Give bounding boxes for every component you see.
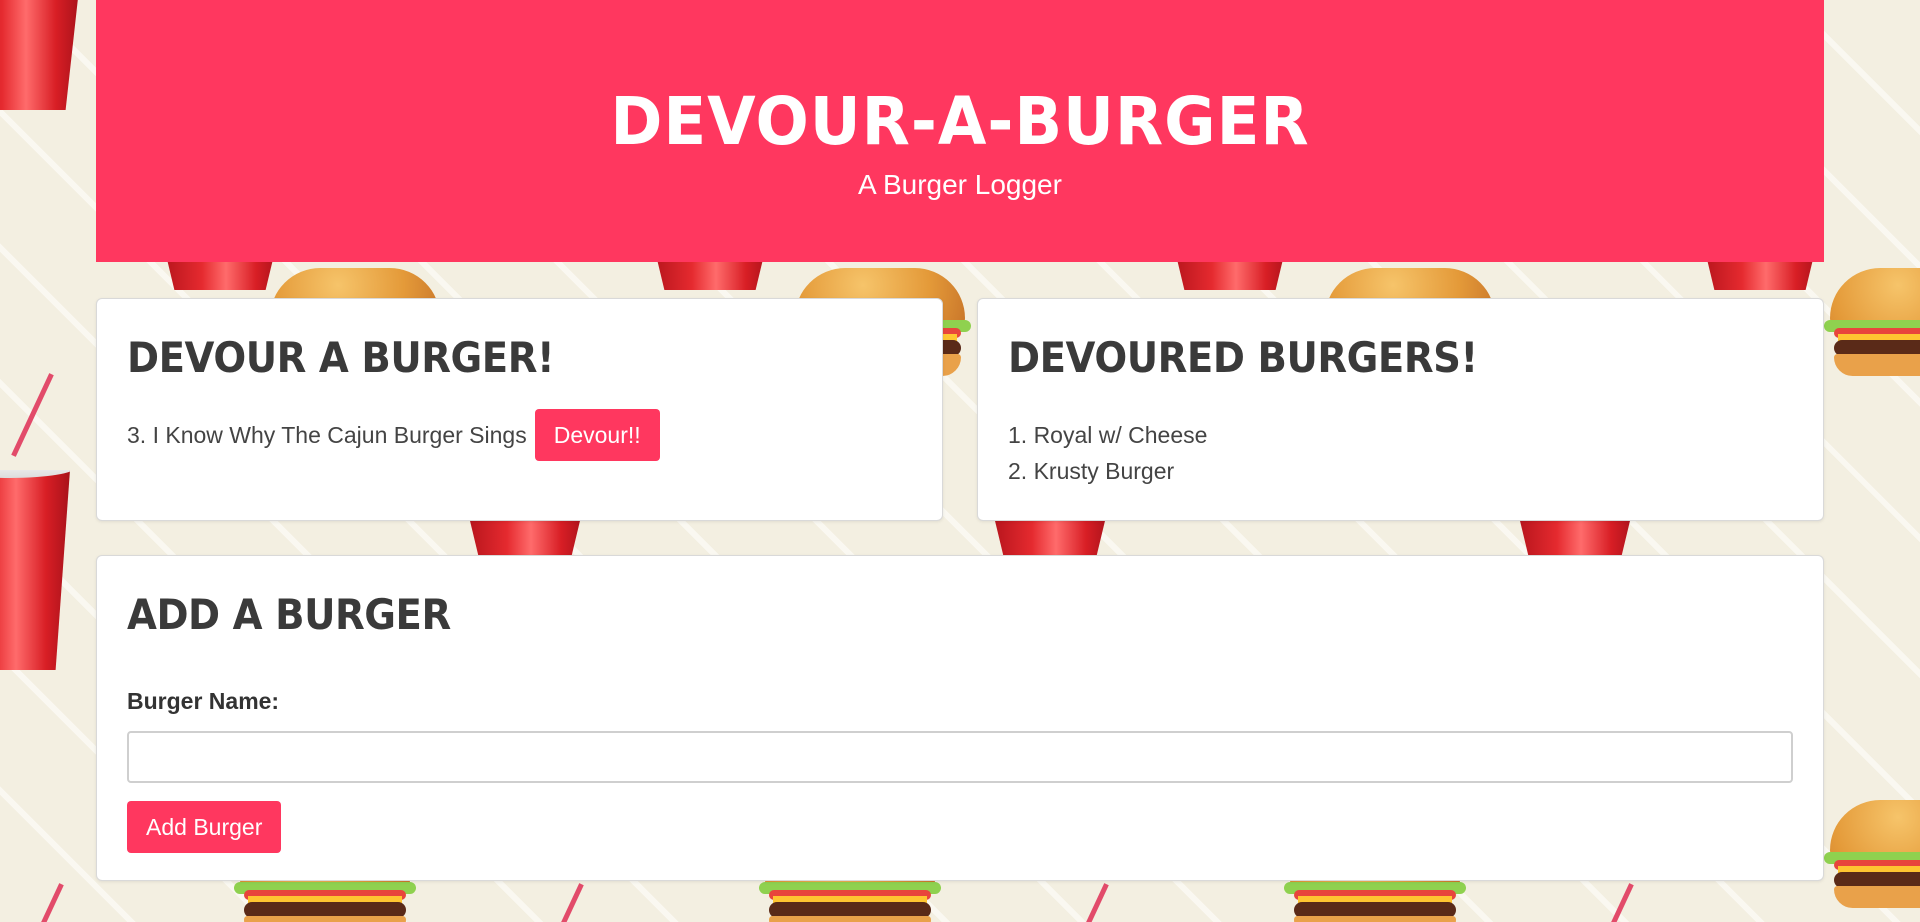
straw-icon (1066, 883, 1109, 922)
devoured-burger-list: 1. Royal w/ Cheese 2. Krusty Burger (1008, 417, 1793, 489)
uneaten-burger-list: 3. I Know Why The Cajun Burger Sings Dev… (127, 409, 912, 461)
list-item: 2. Krusty Burger (1008, 457, 1175, 484)
soda-cup-icon (0, 0, 80, 110)
straw-icon (541, 883, 584, 922)
burger-name-input[interactable] (127, 731, 1793, 783)
devour-panel-title: Devour a Burger! (127, 333, 555, 382)
burger-lists-row: Devour a Burger! 3. I Know Why The Cajun… (96, 298, 1824, 521)
list-item: 1. Royal w/ Cheese (1008, 421, 1208, 448)
add-burger-button[interactable]: Add Burger (127, 801, 282, 853)
soda-cup-icon (0, 470, 70, 670)
main-container: Devour-A-Burger A Burger Logger Devour a… (96, 0, 1824, 881)
devoured-panel-title: Devoured Burgers! (1008, 333, 1478, 382)
devour-button[interactable]: Devour!! (534, 409, 660, 461)
site-title: Devour-A-Burger (610, 83, 1310, 160)
devour-panel: Devour a Burger! 3. I Know Why The Cajun… (96, 298, 943, 521)
burger-name-label: Burger Name: (127, 688, 280, 714)
burger-icon (1824, 800, 1920, 910)
site-subtitle: A Burger Logger (858, 169, 1062, 200)
burger-name: 3. I Know Why The Cajun Burger Sings (127, 421, 527, 448)
straw-icon (1591, 883, 1634, 922)
straw-icon (21, 883, 64, 922)
header-banner: Devour-A-Burger A Burger Logger (96, 0, 1824, 262)
add-burger-title: Add a Burger (127, 590, 451, 639)
add-burger-panel: Add a Burger Burger Name: Add Burger (96, 555, 1824, 881)
burger-icon (1824, 268, 1920, 378)
devoured-panel: Devoured Burgers! 1. Royal w/ Cheese 2. … (977, 298, 1824, 521)
list-item: 3. I Know Why The Cajun Burger Sings Dev… (127, 409, 912, 461)
straw-icon (11, 373, 54, 457)
